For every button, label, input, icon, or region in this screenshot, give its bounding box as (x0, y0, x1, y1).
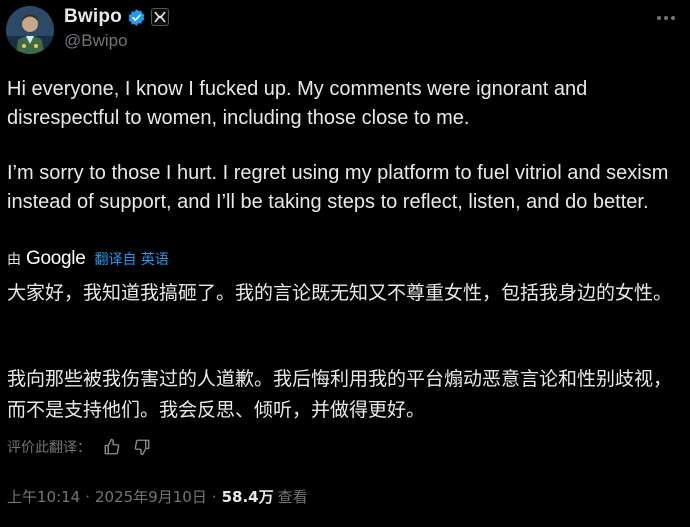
author-name-row: Bwipo (64, 5, 169, 29)
post-date[interactable]: 2025年9月10日 (95, 486, 207, 507)
views-count[interactable]: 58.4万 (222, 486, 274, 507)
translation-attribution: 由 Google 翻译自 英语 (7, 248, 169, 270)
rate-translation-label: 评价此翻译： (7, 440, 91, 456)
google-logo: Google (26, 248, 86, 269)
translated-text-paragraph-1: 大家好，我知道我搞砸了。我的言论既无知又不尊重女性，包括我身边的女性。 (7, 282, 673, 304)
meta-separator: · (211, 487, 217, 506)
meta-separator: · (85, 487, 91, 506)
post-text-en-paragraph-1: Hi everyone, I know I fucked up. My comm… (7, 78, 593, 129)
more-dot-icon (664, 16, 668, 20)
post-time[interactable]: 上午10:14 (7, 486, 80, 507)
avatar[interactable] (6, 6, 54, 54)
more-dot-icon (657, 16, 661, 20)
thumbs-down-icon[interactable] (133, 438, 151, 456)
team-affiliation-icon[interactable] (151, 8, 169, 26)
translated-text-paragraph-2: 我向那些被我伤害过的人道歉。我后悔利用我的平台煽动恶意言论和性别歧视，而不是支持… (7, 368, 673, 421)
rate-translation-row: 评价此翻译： (7, 437, 151, 457)
thumbs-up-icon[interactable] (103, 438, 121, 456)
translated-from-link[interactable]: 翻译自 英语 (94, 249, 168, 269)
views-label: 查看 (277, 488, 308, 506)
author-display-name[interactable]: Bwipo (64, 6, 122, 28)
author-handle[interactable]: @Bwipo (64, 31, 128, 51)
post-card: Bwipo @Bwipo Hi everyone, I know I fucke… (0, 0, 690, 527)
post-text-en-paragraph-2: I’m sorry to those I hurt. I regret usin… (7, 162, 674, 213)
more-dot-icon (671, 16, 675, 20)
avatar-image (6, 6, 54, 54)
verified-badge-icon[interactable] (127, 8, 146, 27)
translated-by-label: 由 (7, 252, 21, 268)
post-meta: 上午10:14 · 2025年9月10日 · 58.4万 查看 (7, 486, 308, 507)
more-options-button[interactable] (654, 10, 678, 26)
